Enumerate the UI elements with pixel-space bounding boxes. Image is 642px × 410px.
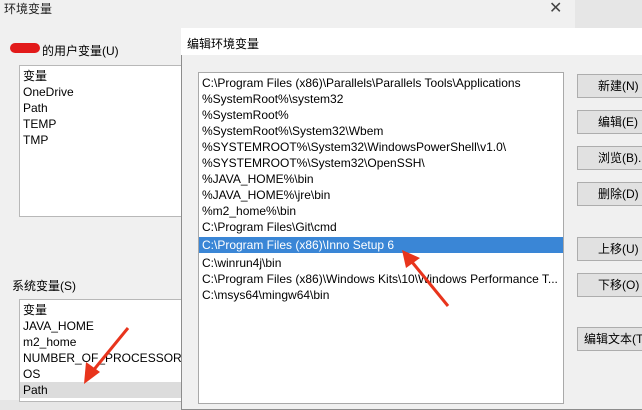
dialog-title: 编辑环境变量 bbox=[187, 37, 260, 51]
list-item[interactable]: JAVA_HOME bbox=[23, 318, 94, 334]
path-entries-list[interactable]: C:\Program Files (x86)\Parallels\Paralle… bbox=[198, 72, 564, 404]
list-item[interactable]: OS bbox=[23, 366, 40, 382]
close-icon[interactable]: ✕ bbox=[549, 0, 562, 18]
new-button[interactable]: 新建(N) bbox=[577, 74, 642, 98]
user-variables-list[interactable]: 变量 OneDrive Path TEMP TMP bbox=[19, 65, 191, 217]
path-entry[interactable]: C:\winrun4j\bin bbox=[199, 255, 563, 271]
list-header-variable: 变量 bbox=[23, 303, 48, 317]
system-variables-list[interactable]: 变量 JAVA_HOME m2_home NUMBER_OF_PROCESSOR… bbox=[19, 299, 191, 402]
redacted-username bbox=[10, 43, 40, 53]
list-item[interactable]: TEMP bbox=[23, 116, 56, 132]
system-variables-label: 系统变量(S) bbox=[12, 279, 76, 293]
list-header-variable: 变量 bbox=[23, 69, 48, 83]
path-entry[interactable]: %SYSTEMROOT%\System32\OpenSSH\ bbox=[199, 155, 563, 171]
path-entry[interactable]: C:\Program Files\Git\cmd bbox=[199, 219, 563, 235]
list-item[interactable]: Path bbox=[23, 100, 48, 116]
path-entry[interactable]: %JAVA_HOME%\jre\bin bbox=[199, 187, 563, 203]
path-entry[interactable]: C:\Program Files (x86)\Windows Kits\10\W… bbox=[199, 271, 563, 287]
edit-button[interactable]: 编辑(E) bbox=[577, 110, 642, 134]
path-entry[interactable]: %SystemRoot%\System32\Wbem bbox=[199, 123, 563, 139]
browse-button[interactable]: 浏览(B)... bbox=[577, 146, 642, 170]
path-entry[interactable]: %m2_home%\bin bbox=[199, 203, 563, 219]
path-entry[interactable]: %JAVA_HOME%\bin bbox=[199, 171, 563, 187]
move-up-button[interactable]: 上移(U) bbox=[577, 237, 642, 261]
delete-button[interactable]: 删除(D) bbox=[577, 182, 642, 206]
list-item[interactable]: NUMBER_OF_PROCESSORS bbox=[23, 350, 190, 366]
path-entry[interactable]: C:\msys64\mingw64\bin bbox=[199, 287, 563, 303]
move-down-button[interactable]: 下移(O) bbox=[577, 273, 642, 297]
dialog-title: 环境变量 bbox=[4, 2, 53, 16]
path-entry[interactable]: %SystemRoot%\system32 bbox=[199, 91, 563, 107]
path-entry[interactable]: %SystemRoot% bbox=[199, 107, 563, 123]
user-variables-label: 的用户变量(U) bbox=[42, 44, 119, 58]
list-item[interactable]: TMP bbox=[23, 132, 48, 148]
edit-text-button[interactable]: 编辑文本(T)... bbox=[577, 327, 642, 351]
path-entry[interactable]: %SYSTEMROOT%\System32\WindowsPowerShell\… bbox=[199, 139, 563, 155]
path-entry[interactable]: C:\Program Files (x86)\Parallels\Paralle… bbox=[199, 75, 563, 91]
path-entry-selected[interactable]: C:\Program Files (x86)\Inno Setup 6 bbox=[199, 237, 563, 253]
list-item[interactable]: m2_home bbox=[23, 334, 76, 350]
list-item[interactable]: OneDrive bbox=[23, 84, 74, 100]
list-item-selected[interactable]: Path bbox=[20, 382, 190, 398]
